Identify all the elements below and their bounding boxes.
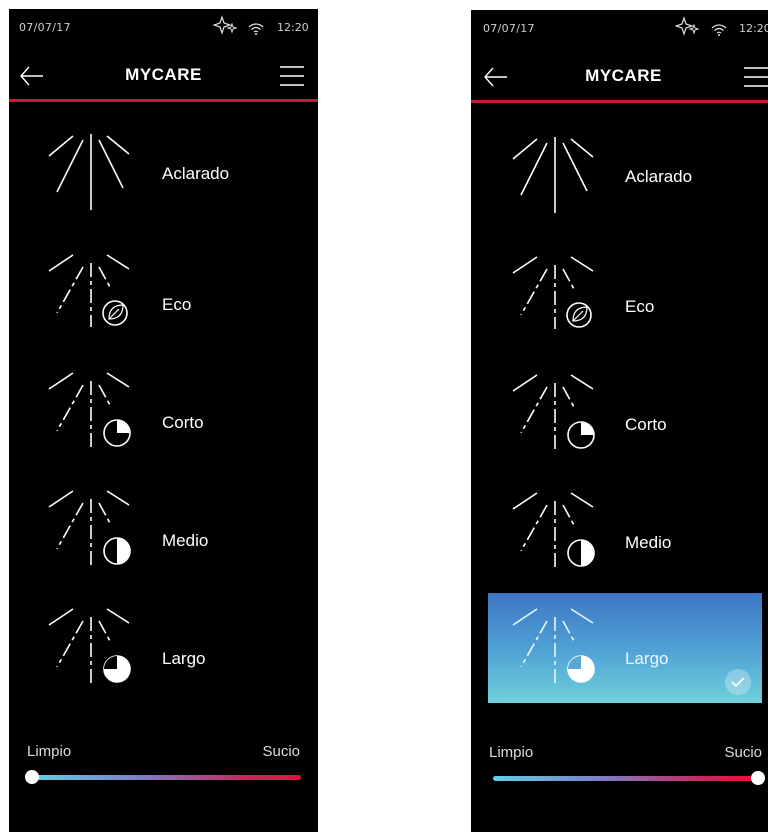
status-date: 07/07/17 (483, 22, 535, 35)
timer-icon (512, 608, 595, 685)
wifi-icon (711, 24, 727, 36)
app-header: MYCARE (9, 55, 318, 99)
status-bar: 07/07/17 12:20 (9, 9, 318, 49)
program-label: Medio (162, 531, 209, 550)
program-aclarado[interactable]: Aclarado (9, 124, 318, 224)
hamburger-menu-icon[interactable] (279, 64, 305, 88)
timer-icon (512, 492, 595, 569)
phone-screen-1: 07/07/17 12:20 MYCARE Aclarado Eco Corto… (9, 9, 318, 832)
program-largo[interactable]: Largo (9, 603, 318, 703)
program-corto[interactable]: Corto (471, 369, 768, 469)
scale-max-label: Sucio (262, 743, 300, 760)
program-aclarado[interactable]: Aclarado (471, 127, 768, 227)
timer-icon (512, 374, 595, 451)
page-title: MYCARE (585, 66, 662, 85)
program-corto[interactable]: Corto (9, 367, 318, 467)
slider-knob[interactable] (25, 770, 39, 784)
slider-track[interactable] (31, 775, 301, 780)
sparkle-icon (675, 16, 700, 36)
status-time: 12:20 (277, 21, 309, 34)
program-label: Largo (625, 649, 669, 668)
page-title: MYCARE (125, 65, 202, 84)
program-label: Corto (625, 415, 667, 434)
scale-min-label: Limpio (27, 743, 72, 760)
program-label: Medio (625, 533, 672, 552)
program-label: Corto (162, 413, 204, 432)
program-label: Eco (625, 297, 655, 316)
wifi-icon (248, 23, 264, 35)
program-label: Aclarado (162, 164, 230, 183)
program-medio[interactable]: Medio (471, 487, 768, 587)
program-label: Largo (162, 649, 206, 668)
program-eco[interactable]: Eco (471, 251, 768, 351)
program-largo-selected[interactable]: Largo (488, 593, 762, 703)
spray-icon (48, 254, 130, 327)
phone-screen-2: 07/07/17 12:20 MYCARE Aclarado Eco Corto… (471, 10, 768, 832)
slider-knob[interactable] (751, 771, 765, 785)
status-date: 07/07/17 (19, 21, 71, 34)
program-eco[interactable]: Eco (9, 249, 318, 349)
spray-icon (512, 256, 594, 329)
status-time: 12:20 (739, 22, 768, 35)
sparkle-icon (213, 15, 238, 35)
program-label: Eco (162, 295, 192, 314)
timer-icon (48, 490, 131, 567)
program-label: Aclarado (625, 167, 693, 186)
timer-icon (48, 608, 131, 685)
status-bar: 07/07/17 12:20 (471, 10, 768, 50)
header-divider (9, 99, 318, 102)
dirt-level-slider: Limpio Sucio (471, 740, 768, 800)
spray-icon (48, 134, 130, 210)
timer-icon (48, 372, 131, 449)
scale-min-label: Limpio (489, 744, 534, 761)
hamburger-menu-icon[interactable] (743, 65, 768, 89)
slider-track[interactable] (493, 776, 758, 781)
program-medio[interactable]: Medio (9, 485, 318, 585)
check-icon (725, 669, 751, 695)
app-header: MYCARE (471, 56, 768, 100)
header-divider (471, 100, 768, 103)
spray-icon (512, 137, 594, 213)
scale-max-label: Sucio (724, 744, 762, 761)
dirt-level-slider: Limpio Sucio (9, 739, 318, 799)
